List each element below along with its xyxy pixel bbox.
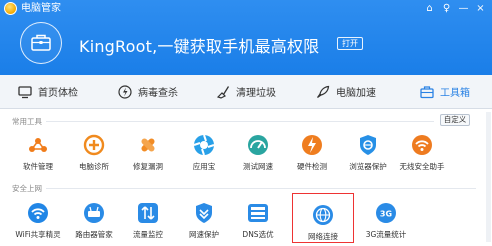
section-divider xyxy=(46,188,476,189)
tool-label: 网速保护 xyxy=(189,230,219,239)
header-banner: 电脑管家 ⌂ ♀ — × KingRoot,一键获取手机最高权限 打开 xyxy=(0,0,492,75)
nav-item-label: 病毒查杀 xyxy=(138,88,178,99)
clinic-icon xyxy=(83,134,105,156)
traffic-monitor-icon xyxy=(138,203,158,223)
toolbox-icon xyxy=(420,85,434,98)
tool-label: 3G流量统计 xyxy=(365,230,407,239)
wifi-security-icon xyxy=(412,135,432,155)
nav-item-label: 清理垃圾 xyxy=(236,88,276,99)
software-manager-icon xyxy=(29,138,47,152)
tool-app-store[interactable]: 应用宝 xyxy=(174,133,234,177)
tool-label: 无线安全助手 xyxy=(399,162,445,171)
browser-protect-icon xyxy=(360,135,376,155)
feedback-icon[interactable]: ♀ xyxy=(439,1,454,16)
scrollbar[interactable] xyxy=(486,112,491,242)
tool-3g-traffic[interactable]: 3G 3G流量统计 xyxy=(356,201,416,245)
tool-label: 软件管理 xyxy=(23,162,53,171)
section-title-security: 安全上网 xyxy=(12,184,42,193)
broom-icon xyxy=(216,85,230,99)
nav-item-clean-junk[interactable]: 清理垃圾 xyxy=(216,75,276,108)
tool-wifi-security[interactable]: 无线安全助手 xyxy=(392,133,452,177)
tool-traffic-monitor[interactable]: 流量监控 xyxy=(118,201,178,245)
nav-item-speed-up[interactable]: 电脑加速 xyxy=(316,75,376,108)
nav-item-label: 首页体检 xyxy=(38,88,78,99)
tool-dns-optimize[interactable]: DNS选优 xyxy=(228,201,288,245)
app-store-icon xyxy=(193,134,215,156)
tool-label: 测试网速 xyxy=(243,162,273,171)
app-logo-icon xyxy=(4,2,17,15)
tool-label: 网络连接 xyxy=(308,232,338,241)
rocket-icon xyxy=(317,85,330,98)
tool-router-manager[interactable]: 路由器管家 xyxy=(64,201,124,245)
tool-fix-vulnerability[interactable]: 修复漏洞 xyxy=(118,133,178,177)
main-nav: 首页体检 病毒查杀 清理垃圾 电脑加速 工具箱 xyxy=(0,75,492,109)
tool-label: DNS选优 xyxy=(242,230,274,239)
open-button[interactable]: 打开 xyxy=(337,37,363,50)
nav-item-label: 工具箱 xyxy=(440,88,470,99)
tool-label: WiFi共享精灵 xyxy=(15,230,61,239)
tool-network-connect[interactable]: 网络连接 xyxy=(292,193,354,243)
tool-label: 硬件检测 xyxy=(297,162,327,171)
home-icon[interactable]: ⌂ xyxy=(422,1,437,16)
minimize-button[interactable]: — xyxy=(456,1,471,16)
shield-lightning-icon xyxy=(118,84,132,99)
wifi-share-icon xyxy=(28,203,48,223)
nav-item-label: 电脑加速 xyxy=(336,88,376,99)
toolbox-banner-icon xyxy=(20,22,62,64)
speed-test-icon xyxy=(248,135,268,155)
tool-label: 流量监控 xyxy=(133,230,163,239)
nav-item-toolbox[interactable]: 工具箱 xyxy=(420,75,470,108)
3g-traffic-icon: 3G xyxy=(376,203,396,223)
hardware-icon xyxy=(302,135,322,155)
monitor-icon xyxy=(18,85,32,98)
title-bar: 电脑管家 ⌂ ♀ — × xyxy=(0,0,492,18)
svg-text:3G: 3G xyxy=(380,210,392,219)
nav-item-home-check[interactable]: 首页体检 xyxy=(18,75,78,108)
tool-software-manager[interactable]: 软件管理 xyxy=(8,133,68,177)
tool-net-protect[interactable]: 网速保护 xyxy=(174,201,234,245)
tool-hardware-check[interactable]: 硬件检测 xyxy=(282,133,342,177)
app-title: 电脑管家 xyxy=(21,3,61,14)
tool-label: 路由器管家 xyxy=(75,230,113,239)
close-button[interactable]: × xyxy=(473,1,488,16)
section-divider xyxy=(46,121,434,122)
tool-label: 浏览器保护 xyxy=(349,162,387,171)
router-icon xyxy=(84,203,104,223)
dns-icon xyxy=(248,204,268,222)
tool-speed-test[interactable]: 测试网速 xyxy=(228,133,288,177)
tool-label: 应用宝 xyxy=(192,162,216,171)
net-protect-icon xyxy=(196,203,212,223)
tool-label: 修复漏洞 xyxy=(133,162,163,171)
patch-icon xyxy=(141,138,155,152)
tool-pc-clinic[interactable]: 电脑诊所 xyxy=(64,133,124,177)
network-connect-icon xyxy=(313,205,333,225)
tool-browser-protect[interactable]: 浏览器保护 xyxy=(338,133,398,177)
customize-button[interactable]: 自定义 xyxy=(440,114,470,126)
tool-label: 电脑诊所 xyxy=(79,162,109,171)
section-title-common: 常用工具 xyxy=(12,117,42,126)
tool-wifi-share[interactable]: WiFi共享精灵 xyxy=(8,201,68,245)
nav-item-virus-scan[interactable]: 病毒查杀 xyxy=(118,75,178,108)
promo-headline: KingRoot,一键获取手机最高权限 xyxy=(79,37,320,56)
app-window: 电脑管家 ⌂ ♀ — × KingRoot,一键获取手机最高权限 打开 首页体检… xyxy=(0,0,492,246)
